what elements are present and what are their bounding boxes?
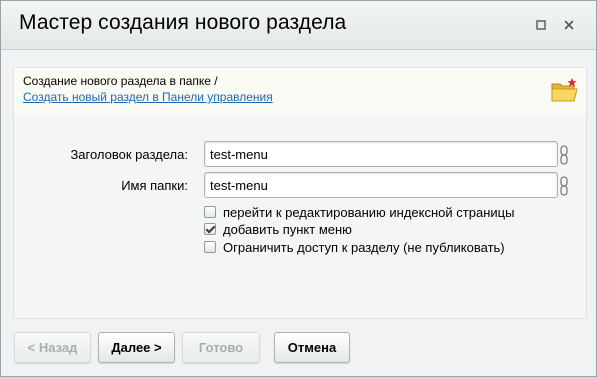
restrict-access-option[interactable]: Ограничить доступ к разделу (не публиков… — [204, 239, 505, 255]
maximize-icon — [536, 20, 546, 30]
next-button[interactable]: Далее > — [98, 332, 175, 363]
cancel-button[interactable]: Отмена — [274, 332, 350, 363]
add-menu-item-option[interactable]: добавить пункт меню — [204, 221, 352, 237]
done-button[interactable]: Готово — [182, 332, 260, 363]
edit-index-checkbox[interactable] — [204, 206, 216, 218]
control-panel-link[interactable]: Создать новый раздел в Панели управления — [23, 90, 273, 104]
form-panel: Заголовок раздела: Имя папки: перейти к … — [13, 115, 587, 319]
add-menu-item-checkbox[interactable] — [204, 223, 216, 235]
wizard-dialog: Мастер создания нового раздела Создание … — [0, 0, 597, 377]
info-panel: Создание нового раздела в папке / Создат… — [13, 67, 587, 117]
titlebar: Мастер создания нового раздела — [1, 1, 596, 50]
new-folder-icon — [551, 78, 578, 102]
section-title-input[interactable] — [204, 141, 558, 167]
chain-link-icon[interactable] — [560, 176, 568, 196]
edit-index-option[interactable]: перейти к редактированию индексной стран… — [204, 204, 514, 220]
close-button[interactable] — [559, 15, 579, 35]
back-button[interactable]: < Назад — [14, 332, 91, 363]
folder-name-label: Имя папки: — [121, 178, 188, 193]
section-title-label: Заголовок раздела: — [70, 147, 188, 162]
chain-link-icon[interactable] — [560, 145, 568, 165]
dialog-title: Мастер создания нового раздела — [19, 11, 347, 34]
restrict-access-checkbox[interactable] — [204, 241, 216, 253]
close-icon — [564, 20, 574, 30]
folder-name-input[interactable] — [204, 172, 558, 198]
maximize-button[interactable] — [531, 15, 551, 35]
restrict-access-label: Ограничить доступ к разделу (не публиков… — [223, 239, 505, 255]
add-menu-item-label: добавить пункт меню — [223, 221, 352, 237]
edit-index-label: перейти к редактированию индексной стран… — [223, 204, 515, 220]
info-text: Создание нового раздела в папке / — [23, 74, 218, 88]
